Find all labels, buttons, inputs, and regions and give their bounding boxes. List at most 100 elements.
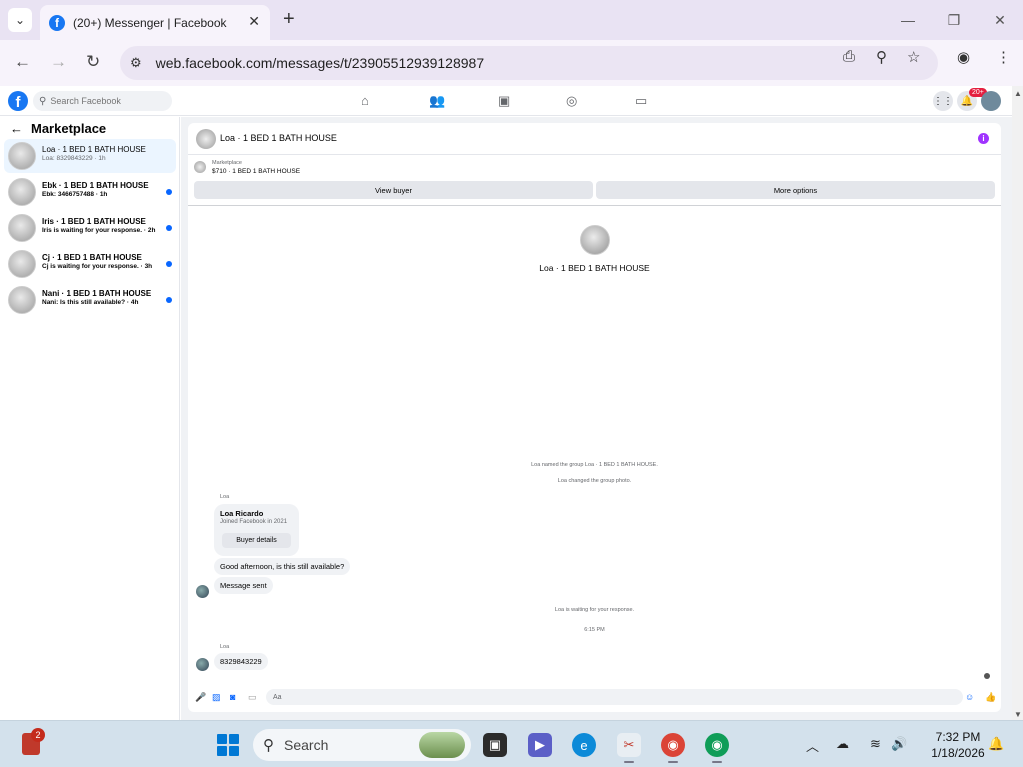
chrome-profile-icon[interactable]: ◉ [705, 733, 729, 757]
conversation-name: Loa · 1 BED 1 BATH HOUSE [42, 145, 146, 154]
conversation-item[interactable]: Nani · 1 BED 1 BATH HOUSE Nani: Is this … [4, 283, 176, 317]
message-bubble[interactable]: 8329843229 [214, 653, 268, 670]
bookmark-star-icon[interactable]: ☆ [907, 48, 920, 66]
clock-date: 1/18/2026 [931, 746, 985, 760]
seen-indicator [984, 673, 990, 679]
onedrive-icon[interactable]: ☁ [836, 736, 849, 752]
close-tab-icon[interactable]: ✕ [248, 13, 260, 30]
facebook-favicon-icon: f [49, 14, 65, 31]
edge-icon[interactable]: e [572, 733, 596, 757]
chat-avatar[interactable] [196, 129, 216, 149]
conversation-item[interactable]: Cj · 1 BED 1 BATH HOUSE Cj is waiting fo… [4, 247, 176, 281]
facebook-logo-icon[interactable]: f [8, 91, 28, 111]
clock-time: 7:32 PM [935, 730, 981, 744]
minimize-icon[interactable]: — [885, 0, 931, 40]
account-avatar[interactable] [981, 91, 1001, 111]
restore-icon[interactable]: ❐ [931, 0, 977, 40]
facebook-search-input[interactable] [50, 96, 161, 106]
conversation-item[interactable]: Ebk · 1 BED 1 BATH HOUSE Ebk: 3466757488… [4, 175, 176, 209]
groups-icon[interactable]: ◎ [566, 93, 577, 109]
show-hidden-icons-icon[interactable]: ︿ [806, 736, 819, 755]
browser-tab[interactable]: f (20+) Messenger | Facebook ✕ [40, 5, 270, 40]
microphone-icon[interactable]: 🎤 [195, 692, 206, 703]
browser-tab-bar: ⌄ f (20+) Messenger | Facebook ✕ + — ❐ ✕ [0, 0, 1023, 40]
forward-icon[interactable]: → [50, 52, 67, 72]
friends-icon[interactable]: 👥 [429, 93, 445, 109]
chrome-icon[interactable]: ◉ [661, 733, 685, 757]
emoji-icon[interactable]: ☺ [965, 692, 974, 702]
unread-dot [166, 261, 172, 267]
message-bubble[interactable]: Good afternoon, is this still available? [214, 558, 351, 575]
tab-search-dropdown-icon[interactable]: ⌄ [8, 8, 32, 32]
window-close-icon[interactable]: ✕ [977, 0, 1023, 40]
menu-kebab-icon[interactable]: ⋮ [996, 48, 1011, 66]
conversation-item[interactable]: Iris · 1 BED 1 BATH HOUSE Iris is waitin… [4, 211, 176, 245]
message-timestamp: 6:15 PM [584, 627, 605, 633]
sticker-icon[interactable]: ◙ [230, 692, 235, 702]
tab-title: (20+) Messenger | Facebook [73, 15, 227, 30]
listing-thumbnail [194, 161, 206, 173]
sender-name: Loa [220, 644, 230, 650]
teams-icon[interactable]: ▶ [528, 733, 552, 757]
system-message: Loa changed the group photo. [557, 478, 632, 484]
system-message: Loa is waiting for your response. [554, 607, 635, 613]
avatar [8, 178, 36, 206]
conversation-preview: Cj is waiting for your response. · 3h [42, 263, 153, 270]
conversation-name: Iris · 1 BED 1 BATH HOUSE [42, 217, 146, 226]
page-scrollbar[interactable]: ▲ ▼ [1012, 86, 1023, 720]
conversation-item[interactable]: Loa · 1 BED 1 BATH HOUSE Loa: 8329843229… [4, 139, 176, 173]
start-button[interactable] [217, 734, 239, 756]
avatar [8, 214, 36, 242]
more-options-button[interactable]: More options [596, 181, 995, 199]
sender-avatar [196, 585, 209, 598]
search-highlight-image [419, 732, 465, 758]
address-bar[interactable]: ⚙ web.facebook.com/messages/t/2390551293… [120, 46, 938, 80]
chat-title[interactable]: Loa · 1 BED 1 BATH HOUSE [220, 133, 337, 143]
search-icon: ⚲ [263, 737, 274, 754]
message-input[interactable]: Aa [266, 689, 963, 705]
search-icon: ⚲ [39, 95, 47, 107]
message-bubble[interactable]: Message sent [214, 577, 273, 594]
view-buyer-button[interactable]: View buyer [194, 181, 593, 199]
wifi-icon[interactable]: ≋ [870, 736, 881, 752]
back-arrow-icon[interactable]: ← [10, 121, 23, 136]
scroll-up-icon[interactable]: ▲ [1014, 89, 1022, 98]
chat-area: Loa · 1 BED 1 BATH HOUSE i Marketplace $… [181, 117, 1012, 720]
video-icon[interactable]: ▣ [498, 93, 510, 109]
conversation-name: Cj · 1 BED 1 BATH HOUSE [42, 253, 142, 262]
chat-panel: Loa · 1 BED 1 BATH HOUSE i Marketplace $… [188, 123, 1001, 712]
sidebar-title: Marketplace [31, 121, 107, 136]
taskbar-search[interactable]: ⚲ Search [253, 729, 471, 761]
home-icon[interactable]: ⌂ [361, 93, 369, 108]
snipping-tool-icon[interactable]: ✂ [617, 733, 641, 757]
chat-header: Loa · 1 BED 1 BATH HOUSE i [188, 123, 1001, 155]
facebook-search[interactable]: ⚲ [33, 91, 172, 111]
volume-icon[interactable]: 🔊 [891, 736, 907, 752]
info-icon[interactable]: i [978, 133, 989, 144]
thumbs-up-icon[interactable]: 👍 [985, 692, 996, 703]
buyer-name: Loa Ricardo [220, 509, 264, 518]
avatar [8, 250, 36, 278]
photo-icon[interactable]: ▨ [212, 692, 221, 703]
unread-dot [166, 189, 172, 195]
task-view-icon[interactable]: ▣ [483, 733, 507, 757]
divider [188, 205, 1001, 206]
group-avatar [580, 225, 610, 255]
gif-icon[interactable]: ▭ [248, 692, 257, 703]
site-info-icon[interactable]: ⚙ [130, 55, 142, 71]
taskbar-clock[interactable]: 7:32 PM 1/18/2026 [918, 729, 998, 761]
zoom-icon[interactable]: ⚲ [876, 48, 887, 66]
new-tab-icon[interactable]: + [283, 8, 295, 31]
install-app-icon[interactable]: ⎙ [843, 48, 855, 65]
back-icon[interactable]: ← [14, 52, 31, 72]
reload-icon[interactable]: ↻ [86, 52, 100, 72]
menu-grid-icon[interactable]: ⋮⋮ [933, 91, 953, 111]
conversation-preview: Iris is waiting for your response. · 2h [42, 227, 156, 234]
scroll-down-icon[interactable]: ▼ [1014, 710, 1022, 719]
window-controls: — ❐ ✕ [885, 0, 1023, 40]
notification-bell-icon[interactable]: 🔔 [988, 736, 1004, 752]
browser-toolbar: ← → ↻ ⚙ web.facebook.com/messages/t/2390… [0, 40, 1023, 86]
buyer-details-button[interactable]: Buyer details [222, 533, 291, 548]
gaming-icon[interactable]: ▭ [635, 93, 647, 109]
profile-icon[interactable]: ◉ [957, 48, 970, 66]
